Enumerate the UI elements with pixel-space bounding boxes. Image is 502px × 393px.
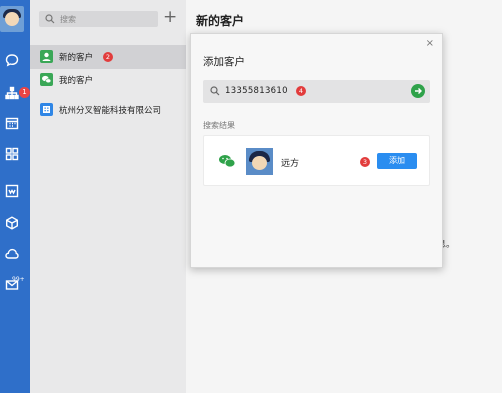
sidebar-item-company[interactable]: 杭州分叉智能科技有限公司 xyxy=(30,98,186,122)
rail-notification-badge: 1 xyxy=(19,87,30,98)
wechat-icon xyxy=(40,73,53,86)
search-placeholder: 搜索 xyxy=(60,15,76,24)
cube-icon[interactable] xyxy=(5,216,19,230)
customer-name: 远方 xyxy=(281,159,300,169)
step-badge-4: 4 xyxy=(296,86,306,96)
cloud-icon[interactable] xyxy=(5,247,19,261)
contact-add-icon xyxy=(40,50,53,63)
page-title: 新的客户 xyxy=(196,14,245,28)
sidebar: 搜索 + 新的客户 2 我的客户 杭州分叉智能科技有限公司 xyxy=(30,0,186,393)
search-icon xyxy=(45,14,55,24)
arrow-right-icon xyxy=(415,88,422,94)
calendar-icon[interactable] xyxy=(5,116,19,130)
phone-search-input[interactable]: 13355813610 4 xyxy=(203,80,430,103)
chat-icon[interactable] xyxy=(5,53,19,67)
sidebar-item-label: 我的客户 xyxy=(59,76,94,86)
sidebar-item-label: 新的客户 xyxy=(59,53,94,63)
mail-badge: 99+ xyxy=(12,276,25,283)
search-results-label: 搜索结果 xyxy=(203,121,235,130)
sidebar-item-new-customers[interactable]: 新的客户 2 xyxy=(30,45,186,69)
search-go-button[interactable] xyxy=(411,84,425,98)
org-chart-icon[interactable] xyxy=(5,86,19,100)
search-icon xyxy=(210,86,220,96)
sidebar-item-my-customers[interactable]: 我的客户 xyxy=(30,68,186,92)
document-icon[interactable] xyxy=(5,184,19,198)
step-badge-3: 3 xyxy=(360,157,370,167)
add-customer-button[interactable]: 添加 xyxy=(377,153,417,169)
apps-grid-icon[interactable] xyxy=(5,147,19,161)
user-avatar[interactable] xyxy=(0,6,24,32)
sidebar-search-input[interactable]: 搜索 xyxy=(39,11,158,27)
add-customer-dialog: 添加客户 × 13355813610 4 搜索结果 远方 3 添加 xyxy=(190,33,443,268)
company-icon xyxy=(40,103,53,116)
close-icon[interactable]: × xyxy=(426,38,434,49)
left-rail: 1 99+ xyxy=(0,0,30,393)
sidebar-item-label: 杭州分叉智能科技有限公司 xyxy=(59,106,162,116)
customer-avatar xyxy=(246,148,273,175)
search-result-card: 远方 3 添加 xyxy=(203,135,430,186)
step-badge-2: 2 xyxy=(103,52,113,62)
search-value: 13355813610 xyxy=(225,86,288,96)
wechat-icon xyxy=(219,155,236,168)
dialog-title: 添加客户 xyxy=(203,56,245,68)
add-button[interactable]: + xyxy=(163,9,177,26)
